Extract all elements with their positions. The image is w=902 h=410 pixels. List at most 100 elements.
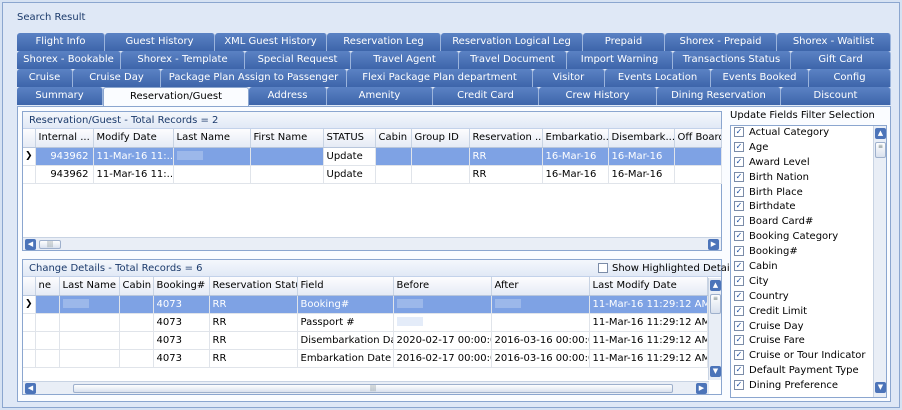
scroll-up-icon[interactable]: ▲ xyxy=(710,280,721,291)
tab-summary[interactable]: Summary xyxy=(17,87,103,105)
tab-amenity[interactable]: Amenity xyxy=(327,87,433,105)
tab-shorex-prepaid[interactable]: Shorex - Prepaid xyxy=(665,33,777,51)
filter-item-birth-place[interactable]: ✓ Birth Place xyxy=(731,186,886,201)
filter-item-label: Birthdate xyxy=(749,201,796,213)
tab-reservation-leg[interactable]: Reservation Leg xyxy=(327,33,441,51)
filter-item-credit-limit[interactable]: ✓ Credit Limit xyxy=(731,305,886,320)
filter-item-cruise-day[interactable]: ✓ Cruise Day xyxy=(731,320,886,335)
tab-dining-reservation[interactable]: Dining Reservation xyxy=(657,87,781,105)
col-reservation[interactable]: Reservation ... xyxy=(469,129,543,148)
col-disembarkation[interactable]: Disembark... xyxy=(608,129,675,148)
col-internal[interactable]: Internal ... xyxy=(35,129,94,148)
col-after[interactable]: After xyxy=(491,277,590,296)
tab-shorex-waitlist[interactable]: Shorex - Waitlist xyxy=(777,33,891,51)
filter-item-board-card[interactable]: ✓ Board Card# xyxy=(731,215,886,230)
cell-field: Passport # xyxy=(297,313,394,332)
filter-item-dining-preference[interactable]: ✓ Dining Preference xyxy=(731,379,886,394)
tab-reservation-logical-leg[interactable]: Reservation Logical Leg xyxy=(441,33,583,51)
col-last-name[interactable]: Last Name xyxy=(173,129,251,148)
tab-config[interactable]: Config xyxy=(809,69,891,87)
cell-cabin xyxy=(119,295,154,314)
filter-item-city[interactable]: ✓ City xyxy=(731,275,886,290)
table-row[interactable]: 4073 RR Disembarkation Date 2020-02-17 0… xyxy=(23,331,708,350)
tab-travel-document[interactable]: Travel Document xyxy=(459,51,567,69)
col-embarkation[interactable]: Embarkatio... xyxy=(542,129,609,148)
scroll-right-icon[interactable]: ▶ xyxy=(708,239,719,250)
col-cabin[interactable]: Cabin xyxy=(375,129,412,148)
scroll-thumb[interactable]: ||| xyxy=(39,240,61,249)
col-reservation-status[interactable]: Reservation Status xyxy=(209,277,298,296)
tab-flight-info[interactable]: Flight Info xyxy=(17,33,105,51)
tab-travel-agent[interactable]: Travel Agent xyxy=(351,51,459,69)
filter-item-cruise-fare[interactable]: ✓ Cruise Fare xyxy=(731,334,886,349)
tab-credit-card[interactable]: Credit Card xyxy=(433,87,539,105)
tab-events-location[interactable]: Events Location xyxy=(605,69,711,87)
col-off-board[interactable]: Off Board xyxy=(674,129,722,148)
filter-item-cabin[interactable]: ✓ Cabin xyxy=(731,260,886,275)
cell-modify-date: 11-Mar-16 11:... xyxy=(93,147,174,166)
col-booking[interactable]: Booking# xyxy=(153,277,210,296)
scroll-up-icon[interactable]: ▲ xyxy=(875,128,886,139)
tab-flexi-package-plan[interactable]: Flexi Package Plan department xyxy=(347,69,533,87)
tab-reservation-guest[interactable]: Reservation/Guest xyxy=(103,87,249,106)
scroll-thumb[interactable]: ≡ xyxy=(710,294,721,314)
col-name[interactable]: ne xyxy=(35,277,60,296)
col-modify-date[interactable]: Modify Date xyxy=(93,129,174,148)
filter-item-actual-category[interactable]: ✓ Actual Category xyxy=(731,126,886,141)
change-hscroll[interactable]: ◀ ||| ▶ xyxy=(23,381,709,394)
col-last-name[interactable]: Last Name xyxy=(59,277,120,296)
table-row[interactable]: 943962 11-Mar-16 11:... Update RR 16-Mar… xyxy=(23,165,722,184)
filter-item-birth-nation[interactable]: ✓ Birth Nation xyxy=(731,171,886,186)
scroll-left-icon[interactable]: ◀ xyxy=(25,383,36,394)
table-row[interactable]: ❯ 4073 RR Booking# 11-Mar-16 11:29:12 AM xyxy=(23,295,708,314)
table-row[interactable]: 4073 RR Passport # 11-Mar-16 11:29:12 AM xyxy=(23,313,708,332)
col-group-id[interactable]: Group ID xyxy=(411,129,470,148)
tab-transactions-status[interactable]: Transactions Status xyxy=(673,51,791,69)
filter-item-label: Dining Preference xyxy=(749,380,839,392)
cell-before xyxy=(393,295,492,314)
reservation-hscroll[interactable]: ◀ ||| ▶ xyxy=(23,237,721,250)
tab-discount[interactable]: Discount xyxy=(781,87,891,105)
scroll-down-icon[interactable]: ▼ xyxy=(710,366,721,377)
scroll-down-icon[interactable]: ▼ xyxy=(875,382,886,393)
filter-item-award-level[interactable]: ✓ Award Level xyxy=(731,156,886,171)
col-first-name[interactable]: First Name xyxy=(250,129,324,148)
tab-guest-history[interactable]: Guest History xyxy=(105,33,215,51)
tab-shorex-template[interactable]: Shorex - Template xyxy=(121,51,245,69)
scroll-thumb[interactable]: ≡ xyxy=(875,142,886,158)
filter-item-booking-category[interactable]: ✓ Booking Category xyxy=(731,230,886,245)
scroll-right-icon[interactable]: ▶ xyxy=(696,383,707,394)
col-before[interactable]: Before xyxy=(393,277,492,296)
filter-item-cruise-or-tour[interactable]: ✓ Cruise or Tour Indicator xyxy=(731,349,886,364)
filter-item-booking[interactable]: ✓ Booking# xyxy=(731,245,886,260)
filter-item-label: Booking Category xyxy=(749,231,839,243)
tab-shorex-bookable[interactable]: Shorex - Bookable xyxy=(17,51,121,69)
tab-address[interactable]: Address xyxy=(249,87,327,105)
tab-xml-guest-history[interactable]: XML Guest History xyxy=(215,33,327,51)
filter-vscroll[interactable]: ▲ ≡ ▼ xyxy=(873,126,886,397)
cell-booking: 4073 xyxy=(153,313,210,332)
table-row[interactable]: ❯ 943962 11-Mar-16 11:... Update RR 16-M… xyxy=(23,147,722,166)
col-status[interactable]: STATUS xyxy=(323,129,376,148)
tab-visitor[interactable]: Visitor xyxy=(533,69,605,87)
tab-special-request[interactable]: Special Request xyxy=(245,51,351,69)
tab-import-warning[interactable]: Import Warning xyxy=(567,51,673,69)
tab-cruise[interactable]: Cruise xyxy=(17,69,73,87)
col-field[interactable]: Field xyxy=(297,277,394,296)
tab-crew-history[interactable]: Crew History xyxy=(539,87,657,105)
scroll-thumb[interactable]: ||| xyxy=(73,384,673,393)
scroll-left-icon[interactable]: ◀ xyxy=(25,239,36,250)
tab-package-plan-assign[interactable]: Package Plan Assign to Passenger xyxy=(161,69,347,87)
change-vscroll[interactable]: ▲ ≡ ▼ xyxy=(708,278,721,380)
tab-events-booked[interactable]: Events Booked xyxy=(711,69,809,87)
filter-item-country[interactable]: ✓ Country xyxy=(731,290,886,305)
table-row[interactable]: 4073 RR Embarkation Date 2016-02-17 00:0… xyxy=(23,349,708,368)
filter-item-age[interactable]: ✓ Age xyxy=(731,141,886,156)
col-cabin[interactable]: Cabin xyxy=(119,277,154,296)
tab-prepaid[interactable]: Prepaid xyxy=(583,33,665,51)
filter-item-default-payment[interactable]: ✓ Default Payment Type xyxy=(731,364,886,379)
filter-item-birthdate[interactable]: ✓ Birthdate xyxy=(731,200,886,215)
tab-gift-card[interactable]: Gift Card xyxy=(791,51,891,69)
col-last-modify-date[interactable]: Last Modify Date xyxy=(589,277,708,296)
tab-cruise-day[interactable]: Cruise Day xyxy=(73,69,161,87)
